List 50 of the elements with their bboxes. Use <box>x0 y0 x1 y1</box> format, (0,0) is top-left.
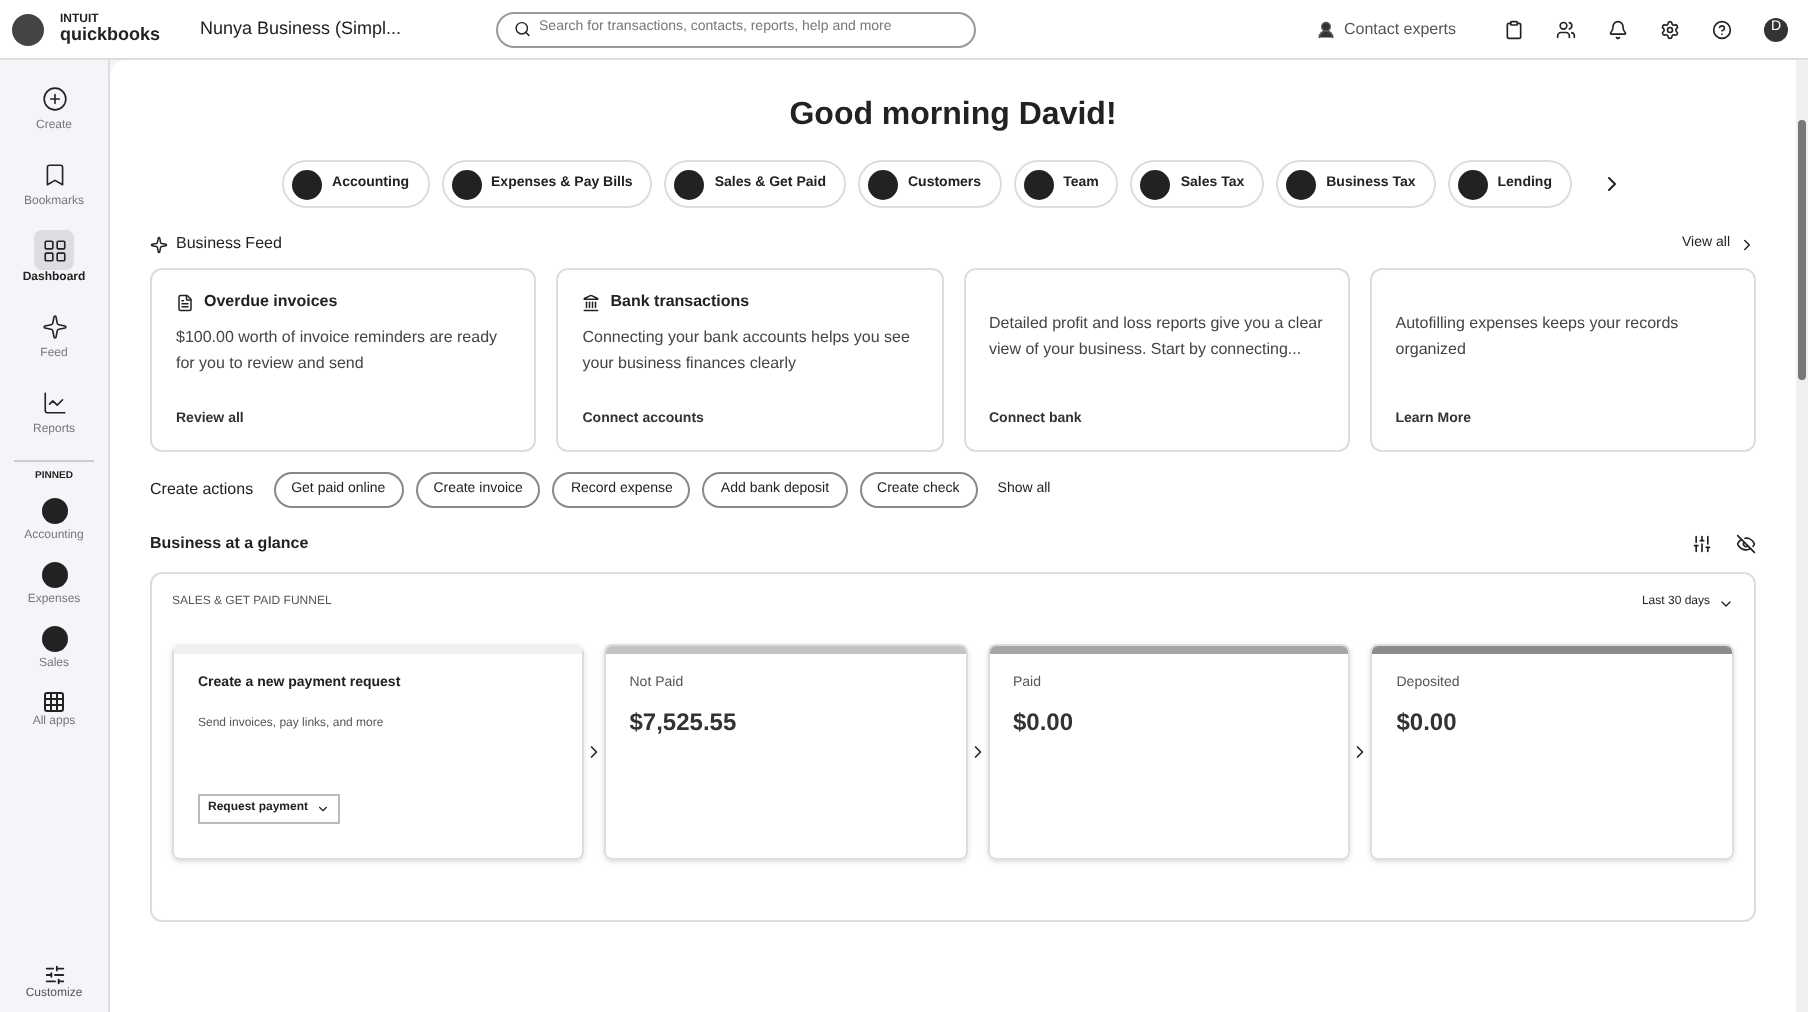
card-text: $100.00 worth of invoice reminders are ready for you to review and send <box>176 326 500 376</box>
card-text: Autofilling expenses keeps your records organized <box>1395 312 1681 362</box>
search-icon <box>514 20 532 38</box>
contact-experts-button[interactable]: Contact experts <box>1315 17 1456 41</box>
settings-icon[interactable] <box>1660 19 1680 39</box>
app-icon <box>867 169 898 199</box>
app-icon <box>1023 169 1054 199</box>
app-icon <box>1286 169 1317 199</box>
plus-circle-icon <box>41 85 67 111</box>
person-icon <box>1315 19 1336 39</box>
stage-amount: $0.00 <box>1013 705 1076 739</box>
app-icon <box>292 169 323 199</box>
caret-icon <box>316 801 331 815</box>
logo-text: quickbooks <box>60 26 161 44</box>
scrollbar[interactable] <box>1796 60 1808 1012</box>
app-icon <box>1140 169 1171 199</box>
chevron-icon <box>1738 235 1756 253</box>
logo-icon <box>12 13 44 45</box>
help-icon[interactable] <box>1712 19 1732 39</box>
customize-icon[interactable] <box>1692 534 1712 554</box>
bank-icon <box>582 293 601 311</box>
app-icon <box>41 497 67 523</box>
stage-amount: $0.00 <box>1396 705 1459 739</box>
app-icon <box>1457 169 1488 199</box>
people-icon[interactable] <box>1556 19 1576 39</box>
app-icon <box>674 169 705 199</box>
feed-icon <box>150 235 168 253</box>
create-actions-label: Create actions <box>150 478 254 502</box>
document-icon <box>176 293 194 311</box>
line-chart-icon <box>41 389 67 415</box>
section-title: Business Feed <box>176 232 282 256</box>
bookmark-icon <box>41 161 67 187</box>
notifications-icon[interactable] <box>1608 19 1628 39</box>
card-text: Connecting your bank accounts helps you see your business finances clearly <box>582 326 912 376</box>
card-title: Overdue invoices <box>204 290 338 314</box>
clipboard-icon[interactable] <box>1504 19 1524 39</box>
hide-icon[interactable] <box>1736 534 1756 554</box>
sparkle-icon <box>41 313 67 339</box>
apps-grid-icon <box>42 689 66 713</box>
card-text: Detailed profit and loss reports give you a clear view of your business. Start by connecting... <box>989 312 1324 362</box>
app-icon <box>41 561 67 587</box>
app-icon <box>41 625 67 651</box>
app-icon <box>451 169 482 199</box>
company-name[interactable]: Nunya Business (Simpl... <box>200 15 481 43</box>
greeting: Good morning David! <box>787 96 1119 136</box>
section-title: Business at a glance <box>150 532 309 556</box>
card-title: Bank transactions <box>610 290 750 314</box>
sliders-icon <box>43 964 65 986</box>
stage-amount: $7,525.55 <box>629 705 739 739</box>
grid-icon <box>41 237 67 263</box>
